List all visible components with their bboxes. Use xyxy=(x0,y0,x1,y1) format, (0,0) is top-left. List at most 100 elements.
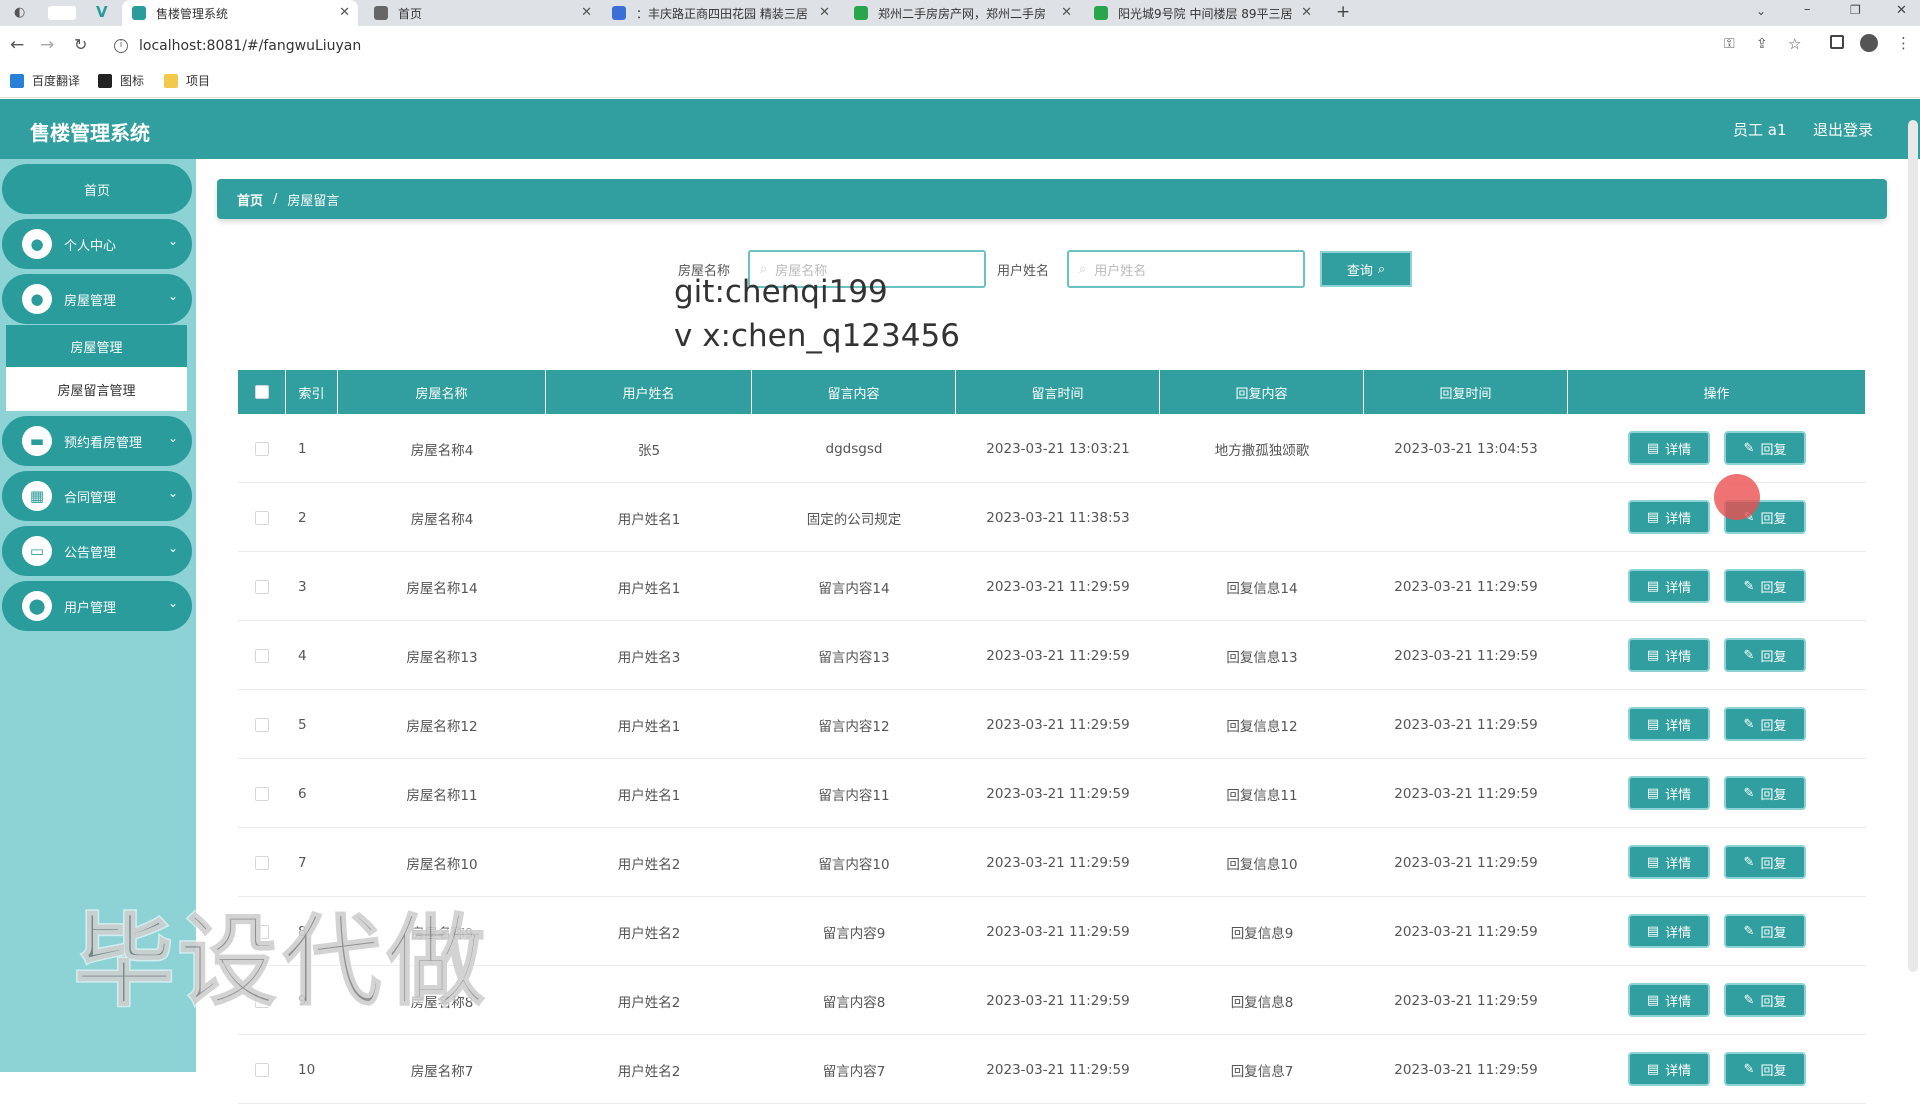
profile-icon[interactable] xyxy=(1860,34,1878,52)
edit-icon: ✎ xyxy=(1743,785,1755,801)
row-checkbox[interactable] xyxy=(255,648,269,663)
sidebar-item[interactable]: ● 房屋管理 ⌄ xyxy=(2,274,192,324)
sidebar-item[interactable]: ▭ 公告管理 ⌄ xyxy=(2,526,192,576)
row-checkbox-cell xyxy=(238,414,286,483)
browser-tab[interactable]: 阳光城9号院 中间楼层 89平三居 ✕ xyxy=(1084,0,1320,26)
sidebar-item[interactable]: ⬤ 用户管理 ⌄ xyxy=(2,581,192,631)
reply-button[interactable]: ✎ 回复 xyxy=(1724,845,1806,879)
reply-button[interactable]: ✎ 回复 xyxy=(1724,431,1806,465)
bookmark-icons[interactable]: 图标 xyxy=(98,72,144,89)
table-cell: 2023-03-21 11:29:59 xyxy=(1394,854,1538,871)
detail-button[interactable]: ▤ 详情 xyxy=(1628,983,1710,1017)
reply-button[interactable]: ✎ 回复 xyxy=(1724,776,1806,810)
reply-button[interactable]: ✎ 回复 xyxy=(1724,914,1806,948)
browser-tab[interactable]: 首页 ✕ xyxy=(364,0,600,26)
row-checkbox[interactable] xyxy=(255,786,269,801)
menu-icon[interactable]: ⋮ xyxy=(1896,34,1911,52)
sidepanel-icon[interactable] xyxy=(1830,35,1844,49)
reply-button-label: 回复 xyxy=(1760,718,1787,734)
table-cell: 回复信息12 xyxy=(1226,718,1298,735)
browser-tab-blank[interactable] xyxy=(48,6,76,20)
star-icon[interactable]: ☆ xyxy=(1788,35,1801,53)
table-cell: 2023-03-21 11:29:59 xyxy=(986,578,1130,595)
browser-back-forward-icon[interactable]: ◐ xyxy=(14,5,25,20)
close-icon[interactable]: ✕ xyxy=(819,5,830,20)
table-cell: 房屋名称13 xyxy=(406,649,478,666)
select-all-checkbox[interactable] xyxy=(254,385,269,399)
breadcrumb-home[interactable]: 首页 xyxy=(237,190,263,209)
table-cell: 留言内容13 xyxy=(818,649,890,666)
forward-icon[interactable]: → xyxy=(40,35,54,55)
detail-button[interactable]: ▤ 详情 xyxy=(1628,500,1710,534)
chevron-down-icon: ⌄ xyxy=(167,541,178,555)
bookmark-baidu-translate[interactable]: 百度翻译 xyxy=(10,72,80,89)
restore-icon[interactable]: ❐ xyxy=(1850,3,1861,17)
breadcrumb-current: 房屋留言 xyxy=(287,193,340,209)
row-checkbox[interactable] xyxy=(255,1062,269,1077)
table-cell: 2023-03-21 11:29:59 xyxy=(986,854,1130,871)
user-name-input[interactable]: ⌕ 用户姓名 xyxy=(1067,250,1305,288)
table-cell: 留言内容9 xyxy=(822,925,886,942)
chevron-down-icon[interactable]: ⌄ xyxy=(1756,4,1766,18)
search-button[interactable]: 查询 ⌕ xyxy=(1320,251,1412,287)
row-checkbox[interactable] xyxy=(255,441,269,456)
new-tab-button[interactable]: + xyxy=(1336,2,1350,22)
logout-button[interactable]: 退出登录 xyxy=(1813,119,1873,140)
sidebar-item-home[interactable]: 首页 xyxy=(2,164,192,214)
table-cell: 回复信息8 xyxy=(1230,994,1294,1011)
row-checkbox[interactable] xyxy=(255,510,269,525)
sidebar-item[interactable]: ● 个人中心 ⌄ xyxy=(2,219,192,269)
detail-button[interactable]: ▤ 详情 xyxy=(1628,431,1710,465)
detail-button[interactable]: ▤ 详情 xyxy=(1628,1052,1710,1086)
table-cell: 10 xyxy=(298,1061,316,1078)
table-cell: 2023-03-21 13:04:53 xyxy=(1394,440,1538,457)
close-icon[interactable]: ✕ xyxy=(339,5,350,20)
row-checkbox[interactable] xyxy=(255,855,269,870)
url-field[interactable]: localhost:8081/#/fangwuLiuyan xyxy=(139,38,361,54)
close-icon[interactable]: ✕ xyxy=(1061,5,1072,20)
reply-button[interactable]: ✎ 回复 xyxy=(1724,638,1806,672)
sidebar-item-label: 个人中心 xyxy=(64,238,117,254)
submenu-item-house-message[interactable]: 房屋留言管理 xyxy=(6,367,187,411)
table-cell: 3 xyxy=(298,578,307,595)
close-icon[interactable]: ✕ xyxy=(581,5,592,20)
sidebar-item[interactable]: ▬ 预约看房管理 ⌄ xyxy=(2,416,192,466)
bookmark-project[interactable]: 项目 xyxy=(164,72,210,89)
window-close-icon[interactable]: ✕ xyxy=(1896,3,1907,18)
reply-button[interactable]: ✎ 回复 xyxy=(1724,569,1806,603)
minimize-icon[interactable]: – xyxy=(1804,2,1811,17)
row-checkbox[interactable] xyxy=(255,717,269,732)
table-cell: 留言内容12 xyxy=(818,718,890,735)
column-header: 索引 xyxy=(286,370,338,414)
detail-button[interactable]: ▤ 详情 xyxy=(1628,707,1710,741)
table-cell: 用户姓名1 xyxy=(617,511,681,528)
table-header: 索引 房屋名称 用户姓名 留言内容 留言时间 回复内容 回复时间 操作 xyxy=(238,370,1866,414)
browser-tab[interactable]: 售楼管理系统 ✕ xyxy=(122,0,358,26)
detail-button[interactable]: ▤ 详情 xyxy=(1628,569,1710,603)
sidebar-item-label: 公告管理 xyxy=(64,545,117,561)
detail-button[interactable]: ▤ 详情 xyxy=(1628,845,1710,879)
scrollbar[interactable] xyxy=(1908,120,1918,972)
reply-button[interactable]: ✎ 回复 xyxy=(1724,1052,1806,1086)
table-row: 6 房屋名称11 用户姓名1 留言内容11 2023-03-21 11:29:59 回复信… xyxy=(238,759,1866,828)
detail-button[interactable]: ▤ 详情 xyxy=(1628,638,1710,672)
table-cell: 2 xyxy=(298,509,307,526)
close-icon[interactable]: ✕ xyxy=(1301,5,1312,20)
browser-tab[interactable]: 郑州二手房房产网，郑州二手房 ✕ xyxy=(844,0,1080,26)
reply-button[interactable]: ✎ 回复 xyxy=(1724,707,1806,741)
submenu-item-house[interactable]: 房屋管理 xyxy=(6,325,187,367)
reply-button[interactable]: ✎ 回复 xyxy=(1724,983,1806,1017)
document-icon: ▤ xyxy=(1646,785,1660,801)
sidebar-item[interactable]: ▦ 合同管理 ⌄ xyxy=(2,471,192,521)
table-cell: 2023-03-21 11:29:59 xyxy=(1394,1061,1538,1078)
key-icon[interactable]: ⚿ xyxy=(1724,36,1735,52)
share-icon[interactable]: ⇪ xyxy=(1756,36,1768,52)
column-header: 留言时间 xyxy=(956,370,1160,414)
detail-button[interactable]: ▤ 详情 xyxy=(1628,776,1710,810)
reload-icon[interactable]: ↻ xyxy=(74,35,87,54)
table-cell: 5 xyxy=(298,716,307,733)
row-checkbox[interactable] xyxy=(255,579,269,594)
back-icon[interactable]: ← xyxy=(10,35,24,55)
browser-tab[interactable]: ：丰庆路正商四田花园 精装三居 ✕ xyxy=(602,0,838,26)
detail-button[interactable]: ▤ 详情 xyxy=(1628,914,1710,948)
